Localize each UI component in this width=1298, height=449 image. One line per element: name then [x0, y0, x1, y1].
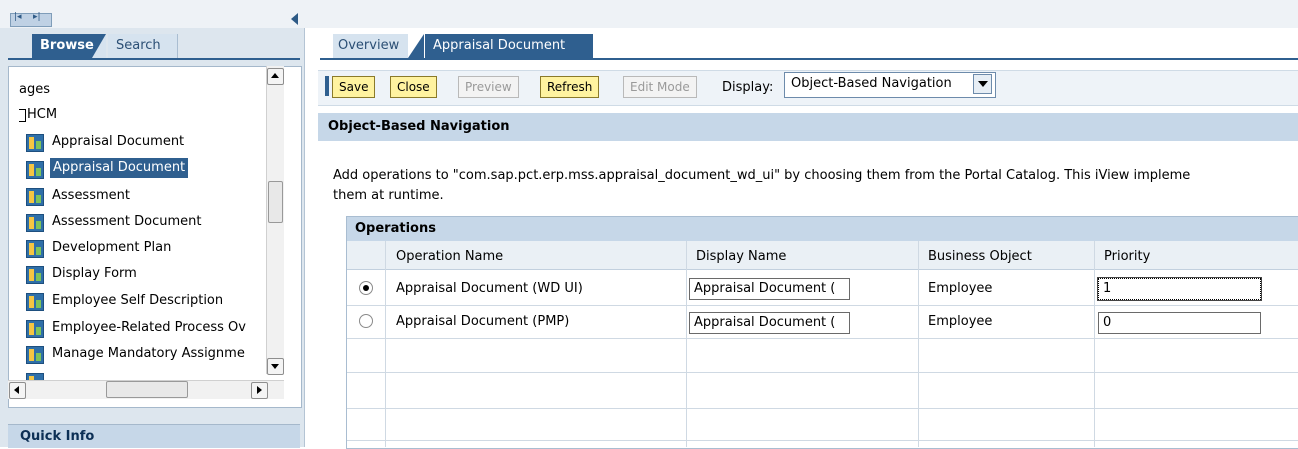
- next-icon[interactable]: ▸|: [33, 12, 41, 22]
- quick-info-panel[interactable]: Quick Info: [8, 424, 300, 448]
- tab-separator-icon: [408, 34, 424, 58]
- column-header-priority[interactable]: Priority: [1104, 249, 1150, 264]
- priority-input[interactable]: 0: [1098, 312, 1261, 334]
- scroll-right-button[interactable]: [251, 382, 268, 399]
- scroll-up-button[interactable]: [267, 68, 284, 85]
- column-header-display-name[interactable]: Display Name: [696, 249, 786, 264]
- description-text: Add operations to "com.sap.pct.erp.mss.a…: [333, 168, 1191, 183]
- column-header-operation-name[interactable]: Operation Name: [396, 249, 503, 264]
- quick-info-title: Quick Info: [20, 429, 95, 444]
- save-button[interactable]: Save: [332, 76, 376, 98]
- preview-button[interactable]: Preview: [458, 76, 519, 98]
- tab-overview[interactable]: Overview: [333, 34, 408, 58]
- row-divider: [347, 305, 1298, 306]
- display-label: Display:: [722, 80, 774, 95]
- tab-search[interactable]: Search: [108, 34, 178, 58]
- edit-mode-button[interactable]: Edit Mode: [623, 76, 697, 98]
- tree-item[interactable]: Appraisal Document: [52, 131, 184, 153]
- tree-item[interactable]: Assessment: [52, 185, 130, 207]
- tree-item-selected[interactable]: Appraisal Document: [50, 158, 189, 178]
- iview-icon: [26, 161, 44, 179]
- iview-icon: [26, 134, 44, 152]
- column-divider: [918, 241, 919, 447]
- tab-appraisal-document[interactable]: Appraisal Document: [425, 34, 593, 58]
- column-divider: [385, 241, 386, 447]
- close-button[interactable]: Close: [390, 76, 437, 98]
- row-select-radio[interactable]: [359, 314, 373, 328]
- operation-name-cell: Appraisal Document (WD UI): [396, 281, 583, 296]
- description-text-continued: them at runtime.: [333, 188, 444, 203]
- tree-item[interactable]: Assessment Document: [52, 211, 201, 233]
- tree-item[interactable]: Employee-Related Process Ov: [52, 317, 246, 339]
- row-divider: [347, 338, 1298, 339]
- first-icon[interactable]: |◂: [14, 12, 22, 22]
- display-name-input[interactable]: Appraisal Document (: [689, 312, 850, 334]
- section-title: Object-Based Navigation: [328, 119, 510, 134]
- display-select[interactable]: Object-Based Navigation: [784, 72, 996, 98]
- vertical-scroll-thumb[interactable]: [268, 181, 283, 223]
- tree-item[interactable]: Development Plan: [52, 237, 171, 259]
- pane-nav-buttons[interactable]: |◂ ▸|: [10, 12, 52, 27]
- column-divider: [1094, 241, 1095, 447]
- iview-icon: [26, 320, 44, 338]
- arrow-left-icon: [14, 386, 19, 394]
- row-divider: [347, 440, 1298, 441]
- row-divider: [347, 408, 1298, 409]
- refresh-button[interactable]: Refresh: [540, 76, 600, 98]
- tree-item[interactable]: Display Form: [52, 263, 137, 285]
- content-tab-underline: [320, 58, 1298, 60]
- column-divider: [686, 241, 687, 447]
- tree-item[interactable]: Employee Self Description: [52, 290, 223, 312]
- business-object-cell: Employee: [928, 281, 993, 296]
- arrow-up-icon: [271, 73, 279, 78]
- operations-title: Operations: [355, 221, 436, 236]
- navigation-pane-header: |◂ ▸|: [0, 0, 300, 29]
- column-header-business-object[interactable]: Business Object: [928, 249, 1032, 264]
- iview-icon: [26, 293, 44, 311]
- display-select-value: Object-Based Navigation: [791, 76, 952, 91]
- horizontal-scroll-thumb[interactable]: [106, 381, 188, 398]
- section-header: Object-Based Navigation: [318, 113, 1298, 141]
- operations-table-title-bar: Operations: [347, 217, 1298, 241]
- iview-icon: [26, 240, 44, 258]
- priority-input[interactable]: 1: [1097, 277, 1262, 301]
- arrow-right-icon: [257, 386, 262, 394]
- tree-item[interactable]: Manage Mandatory Assignme: [52, 343, 245, 365]
- iview-icon: [26, 214, 44, 232]
- tree-partial-node[interactable]: ages: [19, 79, 50, 101]
- collapse-pane-icon[interactable]: [291, 13, 298, 25]
- row-divider: [347, 372, 1298, 373]
- scroll-down-button[interactable]: [267, 358, 284, 375]
- chevron-down-icon: [978, 81, 988, 87]
- folder-icon: [19, 109, 26, 122]
- scroll-left-button[interactable]: [9, 382, 26, 399]
- business-object-cell: Employee: [928, 314, 993, 329]
- tab-underline: [8, 58, 300, 60]
- iview-icon: [26, 188, 44, 206]
- iview-icon: [26, 266, 44, 284]
- display-name-input[interactable]: Appraisal Document (: [689, 278, 850, 300]
- toolbar-grip: [325, 76, 329, 96]
- iview-icon: [26, 346, 44, 364]
- dropdown-button[interactable]: [973, 74, 992, 94]
- portal-catalog-tree[interactable]: ages HCM Appraisal Document Appraisal Do…: [8, 66, 302, 408]
- tree-folder-hcm[interactable]: HCM: [27, 104, 57, 126]
- arrow-down-icon: [271, 364, 279, 369]
- operation-name-cell: Appraisal Document (PMP): [396, 314, 570, 329]
- tab-separator-icon: [92, 34, 106, 58]
- row-select-radio[interactable]: [359, 281, 373, 295]
